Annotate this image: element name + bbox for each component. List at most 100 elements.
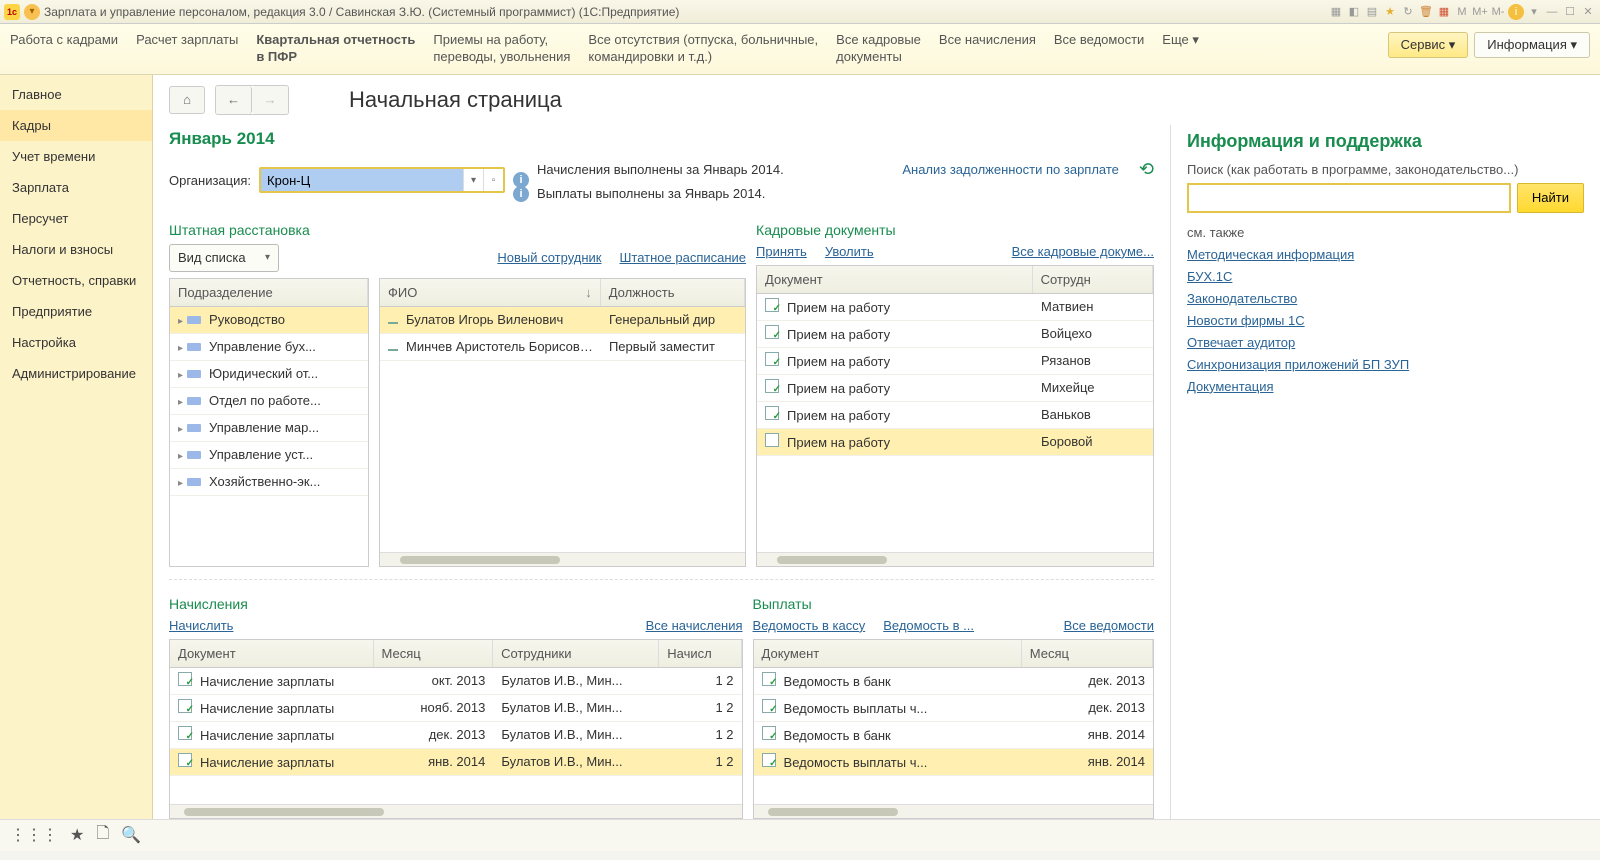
emp-hscroll[interactable] [380,552,745,566]
tree-row[interactable]: ▸Юридический от... [170,361,368,388]
view-combo[interactable]: Вид списка▾ [169,244,279,272]
pay-row[interactable]: Ведомость в банкянв. 2014 [754,722,1153,749]
emp-row[interactable]: Булатов Игорь ВиленовичГенеральный дир [380,307,745,334]
minimize-icon[interactable]: — [1544,4,1560,20]
sidebar-item-settings[interactable]: Настройка [0,327,152,358]
tree-row[interactable]: ▸Управление мар... [170,415,368,442]
accr-row[interactable]: Начисление зарплатыокт. 2013Булатов И.В.… [170,668,742,695]
emp-row[interactable]: Минчев Аристотель БорисовичПервый замест… [380,334,745,361]
accr-h2[interactable]: Месяц [374,640,494,667]
info-link[interactable]: Отвечает аудитор [1187,335,1584,350]
info-icon[interactable]: i [1508,4,1524,20]
toolbar-icon-1[interactable]: ▦ [1328,4,1344,20]
pay-h1[interactable]: Документ [754,640,1022,667]
m-icon[interactable]: M [1454,4,1470,20]
star-icon[interactable]: ★ [1382,4,1398,20]
new-employee-link[interactable]: Новый сотрудник [497,250,601,265]
caret-icon[interactable]: ▾ [1526,4,1542,20]
calendar-icon[interactable]: ▦ [1436,4,1452,20]
hr-row[interactable]: Прием на работуВойцехо [757,321,1153,348]
hr-row[interactable]: Прием на работуВаньков [757,402,1153,429]
pay-hscroll[interactable] [754,804,1153,818]
hr-row[interactable]: Прием на работуБоровой [757,429,1153,456]
accr-row[interactable]: Начисление зарплатыдек. 2013Булатов И.В.… [170,722,742,749]
service-button[interactable]: Сервис ▾ [1388,32,1469,58]
sidebar-item-reports[interactable]: Отчетность, справки [0,265,152,296]
tree-row[interactable]: ▸Хозяйственно-эк... [170,469,368,496]
menubar-item-6[interactable]: Все начисления [939,32,1036,49]
accr-row[interactable]: Начисление зарплатыянв. 2014Булатов И.В.… [170,749,742,776]
pay-link-3[interactable]: Все ведомости [1064,618,1154,633]
emp-header-pos[interactable]: Должность [601,279,745,306]
accr-h4[interactable]: Начисл [659,640,741,667]
menubar-item-8[interactable]: Еще ▾ [1162,32,1199,49]
sidebar-item-admin[interactable]: Администрирование [0,358,152,389]
sidebar-item-hr[interactable]: Кадры [0,110,152,141]
toolbar-icon-3[interactable]: ▤ [1364,4,1380,20]
pay-h2[interactable]: Месяц [1022,640,1153,667]
accr-row[interactable]: Начисление зарплатынояб. 2013Булатов И.В… [170,695,742,722]
info-link[interactable]: Новости фирмы 1С [1187,313,1584,328]
m-minus-icon[interactable]: M- [1490,4,1506,20]
menubar-item-5[interactable]: Все кадровыедокументы [836,32,921,66]
accr-h3[interactable]: Сотрудники [493,640,659,667]
pay-link-2[interactable]: Ведомость в ... [883,618,974,633]
menubar-item-4[interactable]: Все отсутствия (отпуска, больничные,кома… [588,32,818,66]
forward-button[interactable]: → [252,86,288,114]
sidebar-item-main[interactable]: Главное [0,79,152,110]
apps-icon[interactable]: ⋮⋮⋮ [10,825,58,845]
hr-hscroll[interactable] [757,552,1153,566]
clipboard-icon[interactable]: 🗋 [96,822,109,849]
dropdown-icon[interactable]: ▾ [24,4,40,20]
hr-row[interactable]: Прием на работуРязанов [757,348,1153,375]
accr-hscroll[interactable] [170,804,742,818]
hr-row[interactable]: Прием на работуМатвиен [757,294,1153,321]
sidebar-item-tax[interactable]: Налоги и взносы [0,234,152,265]
search-icon[interactable]: 🔍 [121,825,141,845]
info-link[interactable]: БУХ.1С [1187,269,1584,284]
sidebar-item-time[interactable]: Учет времени [0,141,152,172]
info-link[interactable]: Методическая информация [1187,247,1584,262]
menubar-item-1[interactable]: Расчет зарплаты [136,32,238,49]
staffing-sched-link[interactable]: Штатное расписание [620,250,747,265]
accr-calc-link[interactable]: Начислить [169,618,233,633]
hr-header-doc[interactable]: Документ [757,266,1033,293]
accr-all-link[interactable]: Все начисления [646,618,743,633]
pay-row[interactable]: Ведомость выплаты ч...дек. 2013 [754,695,1153,722]
org-dropdown-icon[interactable]: ▾ [463,169,483,191]
tree-row[interactable]: ▸Отдел по работе... [170,388,368,415]
info-link[interactable]: Синхронизация приложений БП ЗУП [1187,357,1584,372]
menubar-item-0[interactable]: Работа с кадрами [10,32,118,49]
menubar-item-3[interactable]: Приемы на работу,переводы, увольнения [433,32,570,66]
favorite-icon[interactable]: ★ [70,825,84,845]
all-hr-link[interactable]: Все кадровые докуме... [1012,244,1154,259]
m-plus-icon[interactable]: M+ [1472,4,1488,20]
menubar-item-2[interactable]: Квартальная отчетностьв ПФР [256,32,415,66]
sidebar-item-pers[interactable]: Персучет [0,203,152,234]
emp-header-fio[interactable]: ФИО↓ [380,279,601,306]
sidebar-item-company[interactable]: Предприятие [0,296,152,327]
maximize-icon[interactable]: ☐ [1562,4,1578,20]
hr-row[interactable]: Прием на работуМихейце [757,375,1153,402]
org-input[interactable] [261,169,463,191]
close-icon[interactable]: ✕ [1580,4,1596,20]
find-button[interactable]: Найти [1517,183,1584,213]
home-button[interactable]: ⌂ [169,86,205,114]
fire-link[interactable]: Уволить [825,244,874,259]
info-link[interactable]: Законодательство [1187,291,1584,306]
org-open-icon[interactable]: ▫ [483,169,503,191]
tree-row[interactable]: ▸Управление уст... [170,442,368,469]
hr-header-emp[interactable]: Сотрудн [1033,266,1153,293]
history-icon[interactable]: ↻ [1400,4,1416,20]
pay-row[interactable]: Ведомость в банкдек. 2013 [754,668,1153,695]
toolbar-icon-2[interactable]: ◧ [1346,4,1362,20]
refresh-icon[interactable]: ⟲ [1139,159,1154,180]
info-link[interactable]: Документация [1187,379,1584,394]
tree-header[interactable]: Подразделение [170,279,368,306]
tree-row[interactable]: ▸Руководство [170,307,368,334]
search-input[interactable] [1189,185,1509,211]
sidebar-item-salary[interactable]: Зарплата [0,172,152,203]
debt-link[interactable]: Анализ задолженности по зарплате [902,162,1119,177]
pay-row[interactable]: Ведомость выплаты ч...янв. 2014 [754,749,1153,776]
menubar-item-7[interactable]: Все ведомости [1054,32,1144,49]
